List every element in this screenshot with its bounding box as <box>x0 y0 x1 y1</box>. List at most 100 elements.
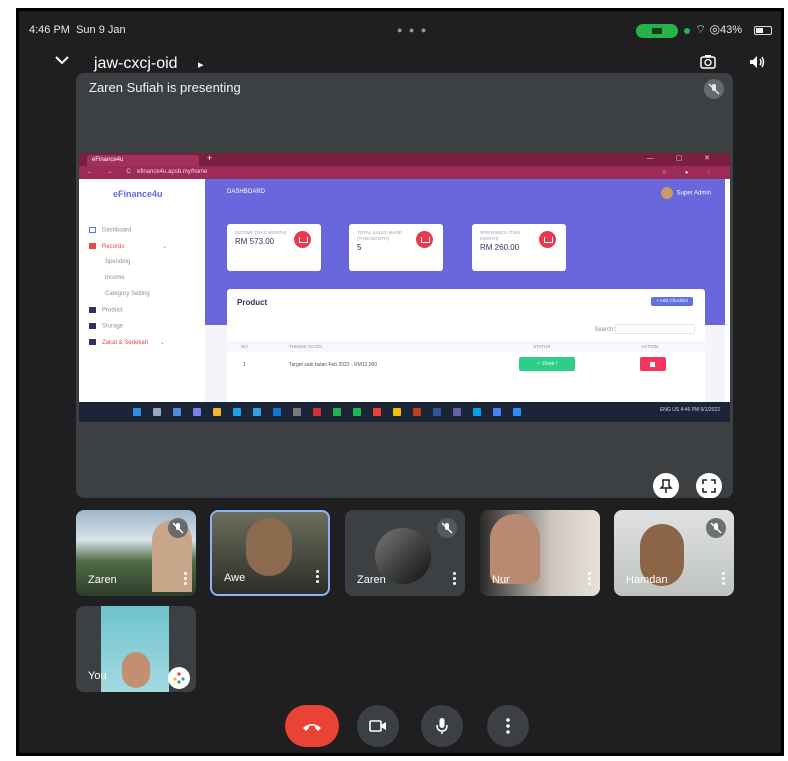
pin-icon <box>659 479 673 493</box>
mic-off-icon <box>708 83 720 95</box>
folder-icon <box>213 408 221 416</box>
side-item-category: Category Setting <box>105 291 150 297</box>
stat-card-spending: SPENDINGS (THIS MONTH) RM 260.00 <box>472 224 566 271</box>
participant-name: Nur <box>492 574 510 586</box>
pin-button[interactable] <box>653 473 679 498</box>
app-icon <box>333 408 341 416</box>
chart-bar-icon <box>539 231 556 248</box>
participant-tile-zaren-2[interactable]: Zaren <box>345 510 465 596</box>
browser-nav-icons: ← → C <box>87 169 137 175</box>
stat-card-sales: TOTAL SALES MADE (THIS MONTH) 5 <box>349 224 443 271</box>
self-photo <box>122 652 150 688</box>
multitask-dots[interactable]: ● ● ● <box>397 25 428 35</box>
camera-in-use-indicator <box>636 24 678 38</box>
col-action: ACTION <box>641 344 659 349</box>
mail-icon <box>273 408 281 416</box>
app-icon <box>493 408 501 416</box>
search-input <box>615 324 695 334</box>
table-row: 1 Target sale bulan Feb 2022 - RM12,000 … <box>227 355 705 373</box>
more-vert-icon <box>506 718 510 734</box>
col-status: STATUS <box>533 344 551 349</box>
camera-toggle-button[interactable] <box>357 705 399 747</box>
chart-bar-icon <box>416 231 433 248</box>
row-no: 1 <box>243 362 246 368</box>
participant-tile-hamdan[interactable]: Hamdan <box>614 510 734 596</box>
more-options-icon[interactable] <box>316 570 320 584</box>
chrome-icon <box>373 408 381 416</box>
meet-app-frame: 4:46 PM Sun 9 Jan ● ● ● ⌔ ◎ 43% jaw-cxcj… <box>16 8 784 756</box>
more-options-icon[interactable] <box>184 572 188 586</box>
hang-up-icon <box>303 724 321 731</box>
zoom-icon <box>513 408 521 416</box>
stat-label: SPENDINGS (THIS MONTH) <box>480 230 521 241</box>
mic-off-icon <box>441 522 453 534</box>
side-item-dashboard: Dashboard <box>89 227 131 234</box>
more-options-button[interactable] <box>487 705 529 747</box>
effects-button[interactable] <box>168 667 190 689</box>
participant-tile-awe[interactable]: Awe <box>210 510 330 596</box>
app-icon <box>293 408 301 416</box>
side-item-product: Product <box>89 307 123 314</box>
fullscreen-button[interactable] <box>696 473 722 498</box>
app-icon <box>353 408 361 416</box>
chevron-down-icon[interactable] <box>53 51 71 69</box>
storage-icon <box>89 323 96 329</box>
system-tray: ENG US 4:46 PM 9/1/2022 <box>659 407 720 413</box>
mic-toggle-button[interactable] <box>421 705 463 747</box>
battery-icon <box>754 26 772 35</box>
row-task: Target sale bulan Feb 2022 - RM12,000 <box>289 362 378 368</box>
participant-name: Zaren <box>357 574 386 586</box>
end-call-button[interactable] <box>285 705 339 747</box>
stat-label: TOTAL SALES MADE (THIS MONTH) <box>357 230 402 241</box>
status-time: 4:46 PM Sun 9 Jan <box>29 24 126 36</box>
app-main: DASHBOARD Super Admin INCOME (THIS MONTH… <box>205 179 725 402</box>
app-icon <box>313 408 321 416</box>
side-item-spending: Spending <box>105 259 131 265</box>
meeting-code[interactable]: jaw-cxcj-oid <box>94 55 178 73</box>
browser-tab: eFinance4u <box>87 155 199 166</box>
microphone-icon <box>436 718 448 734</box>
search-label: Search: <box>594 327 615 333</box>
presentation-stage[interactable]: Zaren Sufiah is presenting eFinance4u + … <box>76 73 733 498</box>
participant-photo <box>246 518 292 576</box>
chrome-icon <box>393 408 401 416</box>
self-name: You <box>88 670 107 682</box>
browser-url: efinance4u.apsb.my/home <box>137 169 208 175</box>
windows-taskbar: ENG US 4:46 PM 9/1/2022 <box>79 402 730 422</box>
app-icon <box>453 408 461 416</box>
speaker-icon[interactable] <box>748 53 766 71</box>
status-bar: 4:46 PM Sun 9 Jan ● ● ● ⌔ ◎ 43% <box>19 11 781 45</box>
switch-camera-icon[interactable] <box>699 53 717 71</box>
browser-extension-icons: ☆ ● ⋮ <box>661 170 720 176</box>
word-icon <box>433 408 441 416</box>
edge-icon <box>233 408 241 416</box>
sparkle-icon <box>173 672 185 684</box>
more-options-icon[interactable] <box>588 572 592 586</box>
taskview-icon <box>173 408 181 416</box>
col-no: NO <box>241 344 248 349</box>
participant-tile-nur[interactable]: Nur <box>480 510 600 596</box>
muted-badge <box>437 518 457 538</box>
participant-name: Zaren <box>88 574 117 586</box>
fullscreen-icon <box>702 479 716 493</box>
more-options-icon[interactable] <box>722 572 726 586</box>
presenting-banner: Zaren Sufiah is presenting <box>89 80 241 95</box>
product-card: Product + Add Checklist Search: NO THING… <box>227 289 705 402</box>
window-controls: — ▢ ✕ <box>646 155 720 162</box>
wifi-icon: ⌔ ◎ <box>695 22 721 36</box>
stat-label: INCOME (THIS MONTH) <box>235 230 287 235</box>
presenter-muted-badge <box>704 79 724 99</box>
mic-off-icon <box>172 522 184 534</box>
participant-tile-zaren[interactable]: Zaren <box>76 510 196 596</box>
side-item-income: Income <box>105 275 125 281</box>
more-options-icon[interactable] <box>453 572 457 586</box>
meeting-info-caret[interactable]: ▸ <box>198 58 204 71</box>
app-icon <box>413 408 421 416</box>
muted-badge <box>706 518 726 538</box>
store-icon <box>253 408 261 416</box>
delete-button <box>640 357 666 371</box>
add-checklist-button: + Add Checklist <box>651 297 693 306</box>
col-task: THINGS TO DO <box>289 344 323 349</box>
app-brand: eFinance4u <box>113 189 163 199</box>
self-view-tile[interactable]: You <box>76 606 196 692</box>
